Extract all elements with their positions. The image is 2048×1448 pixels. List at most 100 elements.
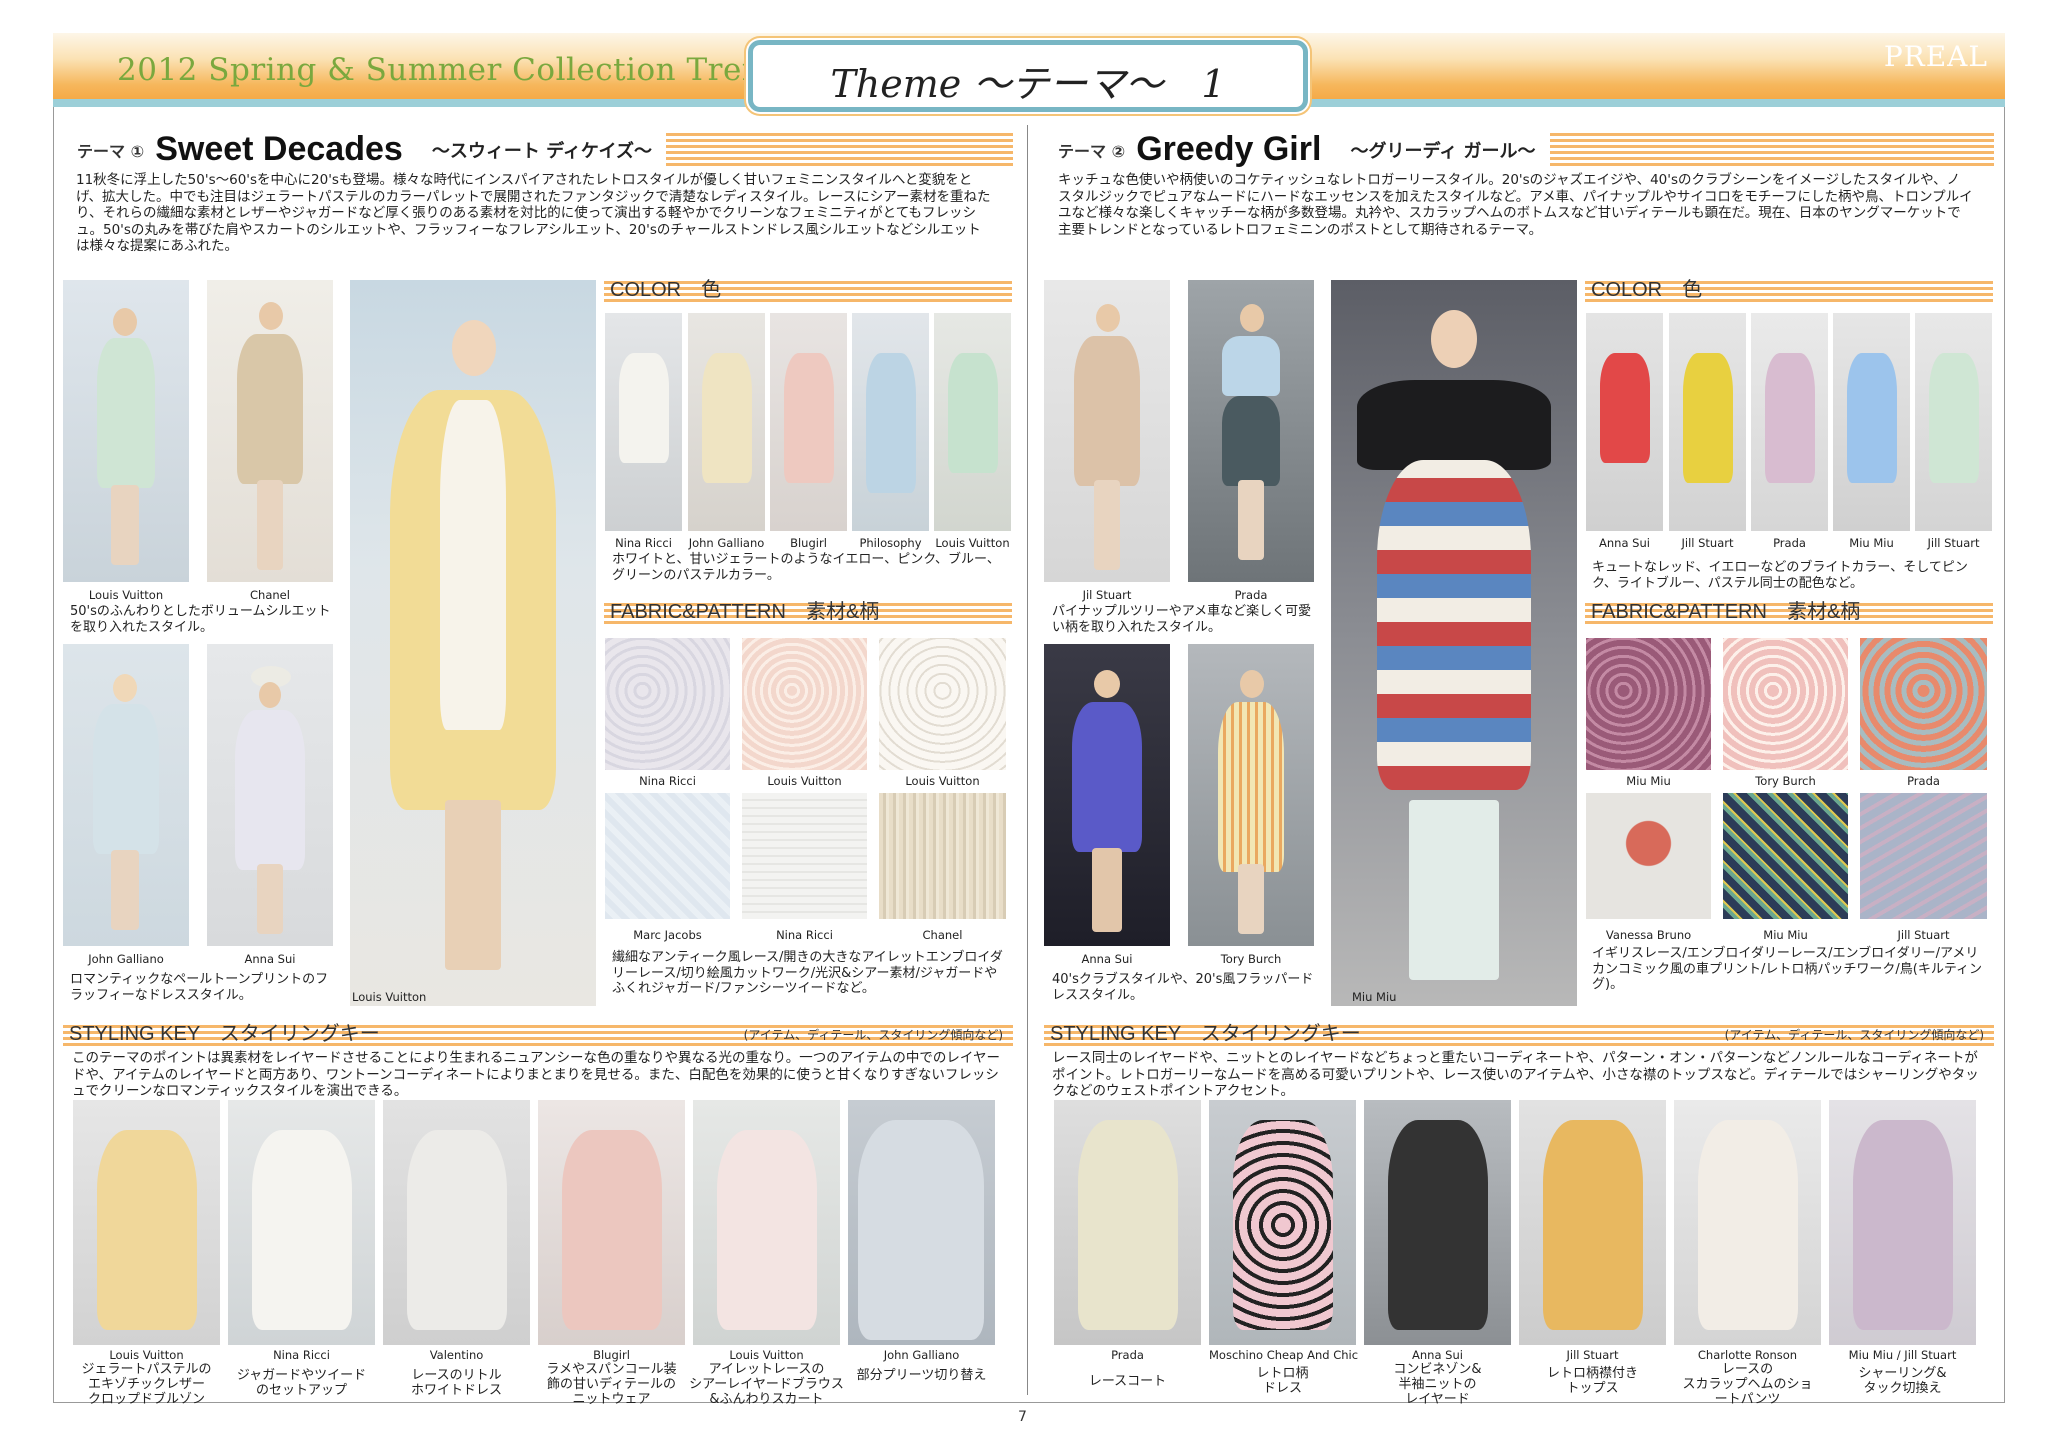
theme-title-box: Theme ～テーマ～ 1 xyxy=(748,40,1308,112)
left-styling-brand-2: Nina Ricci xyxy=(273,1348,330,1362)
right-fabric-swatch-6 xyxy=(1860,793,1987,919)
right-styling-brand-2: Moschino Cheap And Chic xyxy=(1209,1348,1359,1362)
page-number: 7 xyxy=(1018,1409,1027,1425)
theme-title: Theme ～テーマ～ 1 xyxy=(830,62,1226,106)
right-styling-brand-6: Miu Miu / Jill Stuart xyxy=(1848,1348,1957,1362)
left-color-photo-3 xyxy=(770,313,847,531)
left-photo-4-caption: Anna Sui xyxy=(244,952,296,966)
left-styling-brand-3: Valentino xyxy=(429,1348,484,1362)
right-styling-photo-1 xyxy=(1054,1100,1201,1345)
right-theme-subtitle: ～グリーディ ガール～ xyxy=(1350,140,1536,162)
left-styling-photo-5 xyxy=(693,1100,840,1345)
left-color-photo-5 xyxy=(934,313,1011,531)
left-section-header: テーマ ① Sweet Decades ～スウィート ディケイズ～ xyxy=(63,130,1013,168)
right-photo-main-caption: Miu Miu xyxy=(1352,990,1397,1004)
left-styling-desc-5: アイレットレースの シアーレイヤードブラウス &ふんわりスカート xyxy=(689,1362,844,1407)
left-fabric-brand-5: Nina Ricci xyxy=(776,928,833,942)
left-photo-1-caption: Louis Vuitton xyxy=(88,588,164,602)
right-photo-2 xyxy=(1188,280,1314,582)
left-styling-photo-6 xyxy=(848,1100,995,1345)
left-styling-header: STYLING KEY スタイリングキー (アイテム、ディテール、スタイリング傾… xyxy=(63,1022,1013,1046)
left-color-header: COLOR 色 xyxy=(604,278,1012,302)
right-fabric-brand-4: Vanessa Bruno xyxy=(1605,928,1692,942)
left-fabric-brand-3: Louis Vuitton xyxy=(905,774,980,788)
right-styling-desc-6: シャーリング& タック切換え xyxy=(1858,1366,1947,1396)
right-fabric-brand-2: Tory Burch xyxy=(1755,774,1816,788)
left-fabric-brand-6: Chanel xyxy=(922,928,963,942)
right-color-label: COLOR 色 xyxy=(1591,279,1703,301)
left-fabric-swatch-3 xyxy=(879,638,1006,770)
left-styling-desc-3: レースのリトル ホワイトドレス xyxy=(410,1368,502,1398)
right-photo-3 xyxy=(1044,644,1170,946)
right-note-1: パイナップルツリーやアメ車など楽しく可愛い柄を取り入れたスタイル。 xyxy=(1052,604,1312,635)
right-fabric-swatch-5 xyxy=(1723,793,1848,919)
right-color-brand-3: Prada xyxy=(1773,536,1806,550)
right-photo-2-caption: Prada xyxy=(1234,588,1268,602)
right-theme-number: テーマ ② xyxy=(1058,141,1126,161)
collection-title: 2012 Spring & Summer Collection Trend xyxy=(117,52,783,88)
right-styling-photo-4 xyxy=(1519,1100,1666,1345)
left-styling-desc-4: ラメやスパンコール装 飾の甘いディテールの ニットウェア xyxy=(546,1362,677,1407)
left-fabric-brand-4: Marc Jacobs xyxy=(633,928,702,942)
left-color-photo-1 xyxy=(605,313,682,531)
left-styling-photo-1 xyxy=(73,1100,220,1345)
right-styling-photo-5 xyxy=(1674,1100,1821,1345)
right-photo-4-caption: Tory Burch xyxy=(1220,952,1282,966)
left-styling-desc-6: 部分プリーツ切り替え xyxy=(856,1368,987,1383)
right-styling-photo-3 xyxy=(1364,1100,1511,1345)
right-theme-title: Greedy Girl xyxy=(1136,130,1322,168)
right-fabric-label: FABRIC&PATTERN 素材&柄 xyxy=(1591,601,1861,623)
left-styling-brand-1: Louis Vuitton xyxy=(109,1348,184,1362)
left-styling-desc-2: ジャガードやツイード のセットアップ xyxy=(236,1368,367,1398)
right-color-photo-5 xyxy=(1915,313,1992,531)
left-color-photo-2 xyxy=(688,313,765,531)
right-color-brand-1: Anna Sui xyxy=(1599,536,1650,550)
right-styling-label: STYLING KEY スタイリングキー xyxy=(1050,1023,1361,1045)
left-photo-main-caption: Louis Vuitton xyxy=(352,990,427,1004)
left-description: 11秋冬に浮上した50's～60'sを中心に20'sも登場。様々な時代にインスパ… xyxy=(76,172,991,254)
right-section-header: テーマ ② Greedy Girl ～グリーディ ガール～ xyxy=(1044,130,1994,168)
right-styling-brand-4: Jill Stuart xyxy=(1566,1348,1619,1362)
left-photo-3-caption: John Galliano xyxy=(88,952,164,966)
right-color-photo-3 xyxy=(1751,313,1828,531)
left-theme-title: Sweet Decades xyxy=(155,130,403,168)
right-styling-note: (アイテム、ディテール、スタイリング傾向など) xyxy=(1724,1028,1984,1042)
left-styling-brand-4: Blugirl xyxy=(593,1348,630,1362)
right-fabric-header: FABRIC&PATTERN 素材&柄 xyxy=(1585,600,1993,624)
right-styling-header: STYLING KEY スタイリングキー (アイテム、ディテール、スタイリング傾… xyxy=(1044,1022,1994,1046)
catalog-page: { "header": {"collection": "2012 Spring … xyxy=(0,0,2048,1448)
left-fabric-label: FABRIC&PATTERN 素材&柄 xyxy=(610,601,880,623)
left-fabric-swatch-6 xyxy=(879,793,1006,919)
left-styling-note: (アイテム、ディテール、スタイリング傾向など) xyxy=(743,1028,1003,1042)
right-fabric-swatch-3 xyxy=(1860,638,1987,770)
right-photo-main xyxy=(1331,280,1577,1006)
left-color-brand-4: Philosophy xyxy=(859,536,922,550)
right-styling-brand-1: Prada xyxy=(1111,1348,1144,1362)
left-styling-photo-4 xyxy=(538,1100,685,1345)
left-fabric-brand-1: Nina Ricci xyxy=(639,774,696,788)
left-color-brand-3: Blugirl xyxy=(790,536,827,550)
right-photo-1-caption: Jil Stuart xyxy=(1082,588,1132,602)
right-styling-desc-3: コンビネゾン& 半袖ニットの レイヤード xyxy=(1393,1362,1482,1407)
right-color-brand-4: Miu Miu xyxy=(1849,536,1894,550)
left-color-brand-2: John Galliano xyxy=(688,536,765,550)
left-styling-brand-6: John Galliano xyxy=(883,1348,960,1362)
left-photo-2-caption: Chanel xyxy=(250,588,290,602)
right-styling-photo-6 xyxy=(1829,1100,1976,1345)
left-fabric-header: FABRIC&PATTERN 素材&柄 xyxy=(604,600,1012,624)
right-fabric-brand-1: Miu Miu xyxy=(1626,774,1671,788)
right-color-brand-2: Jill Stuart xyxy=(1681,536,1734,550)
right-photo-1 xyxy=(1044,280,1170,582)
right-color-photo-4 xyxy=(1833,313,1910,531)
left-styling-photo-2 xyxy=(228,1100,375,1345)
right-fabric-swatch-2 xyxy=(1723,638,1848,770)
left-fabric-note: 繊細なアンティーク風レース/開きの大きなアイレットエンブロイダリーレース/切り絵… xyxy=(612,950,1003,996)
center-divider xyxy=(1027,125,1028,1395)
left-fabric-swatch-5 xyxy=(742,793,867,919)
left-color-photo-4 xyxy=(852,313,929,531)
left-styling-brand-5: Louis Vuitton xyxy=(729,1348,804,1362)
right-styling-desc-5: レースの スカラップヘムのショ ートパンツ xyxy=(1682,1362,1813,1407)
left-note-2: ロマンティックなペールトーンプリントのフラッフィーなドレススタイル。 xyxy=(70,972,329,1003)
left-fabric-swatch-1 xyxy=(605,638,730,770)
left-photo-2 xyxy=(207,280,333,582)
